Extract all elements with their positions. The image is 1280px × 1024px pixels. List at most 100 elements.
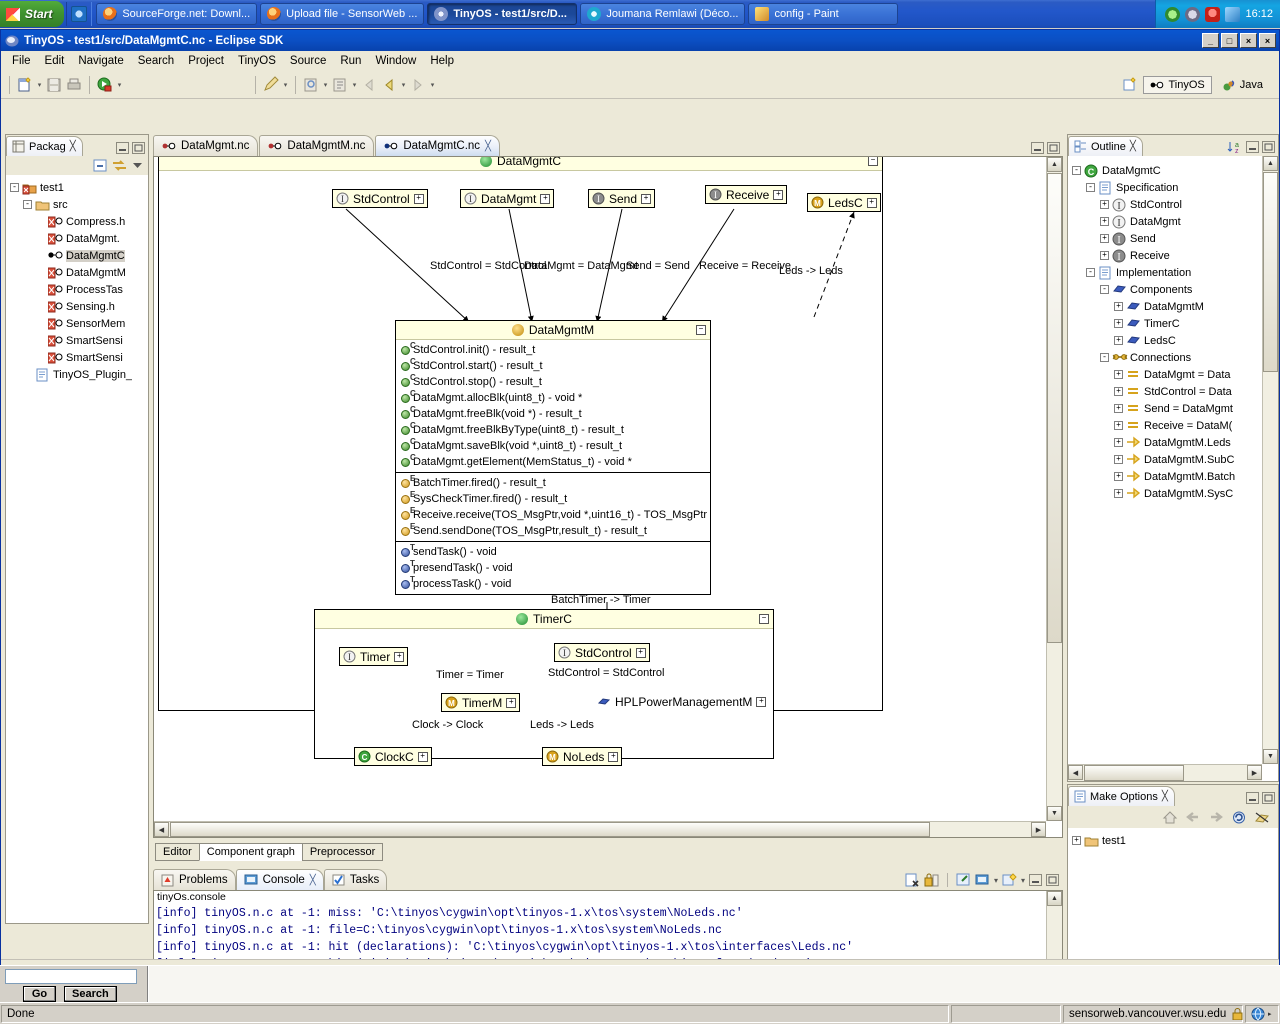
tree-item[interactable]: + TimerC <box>1072 315 1278 332</box>
collapse-icon[interactable]: - <box>1100 285 1109 294</box>
back-icon[interactable] <box>380 76 398 94</box>
menu-help[interactable]: Help <box>423 53 461 69</box>
close-icon[interactable]: ╳ <box>1162 791 1168 802</box>
tree-item[interactable]: - test1 <box>10 179 148 196</box>
forward-dropdown-icon[interactable]: ▾ <box>429 77 436 93</box>
search-dropdown-icon[interactable]: ▾ <box>322 77 329 93</box>
lock-scroll-icon[interactable] <box>924 873 939 887</box>
start-button[interactable]: Start <box>0 1 65 27</box>
tree-item[interactable]: - Connections <box>1072 349 1278 366</box>
maximize-icon[interactable] <box>1262 792 1275 804</box>
close-icon[interactable]: ╳ <box>310 875 316 886</box>
module-task-row[interactable]: TpresendTask() - void <box>396 559 710 576</box>
security-zone[interactable]: sensorweb.vancouver.wsu.edu <box>1063 1004 1243 1023</box>
scroll-left-button[interactable]: ◀ <box>154 822 169 837</box>
open-perspective-icon[interactable] <box>1121 76 1139 94</box>
tab-make-options[interactable]: Make Options ╳ <box>1068 786 1175 806</box>
module-event-row[interactable]: E BatchTimer.fired() - result_t <box>396 474 710 491</box>
tree-item[interactable]: - Components <box>1072 281 1278 298</box>
pencil-icon[interactable] <box>262 75 280 94</box>
graph-node-timer[interactable]: I Timer + <box>339 647 409 666</box>
collapse-icon[interactable]: - <box>23 200 32 209</box>
next-annotation-icon[interactable] <box>331 76 349 94</box>
phone-icon[interactable] <box>1165 6 1181 22</box>
sort-az-icon[interactable]: az <box>1227 140 1243 154</box>
collapse-icon[interactable]: - <box>1086 268 1095 277</box>
console-dropdown-icon[interactable]: ▾ <box>1021 876 1025 885</box>
back-arrow-icon[interactable] <box>1185 810 1201 824</box>
tree-item[interactable]: + Receive = DataM( <box>1072 417 1278 434</box>
tree-item[interactable]: - Implementation <box>1072 264 1278 281</box>
minimize-icon[interactable] <box>116 142 129 154</box>
graph-node-receive[interactable]: I Receive + <box>705 185 788 204</box>
editor-tab-datamgmtm[interactable]: DataMgmtM.nc <box>259 135 375 156</box>
tab-editor[interactable]: Editor <box>155 842 200 861</box>
expand-icon[interactable]: + <box>773 189 784 200</box>
scroll-up-button[interactable]: ▲ <box>1263 156 1278 171</box>
tree-item[interactable]: - Specification <box>1072 179 1278 196</box>
scroll-thumb[interactable] <box>1047 173 1062 643</box>
expand-icon[interactable]: + <box>1114 370 1123 379</box>
graph-node-hplpowermanagementm[interactable]: HPLPowerManagementM + <box>594 692 769 711</box>
new-icon[interactable] <box>16 76 34 94</box>
outline-vertical-scrollbar[interactable]: ▲ ▼ <box>1262 156 1278 764</box>
menu-file[interactable]: File <box>5 53 38 69</box>
scroll-right-button[interactable]: ▶ <box>1247 765 1262 780</box>
shield-icon[interactable] <box>1205 6 1221 22</box>
expand-icon[interactable]: + <box>1100 234 1109 243</box>
forward-arrow-icon[interactable] <box>1208 810 1224 824</box>
graph-node-timerm[interactable]: M TimerM + <box>441 693 521 712</box>
graph-node-clockc[interactable]: C ClockC + <box>354 747 432 766</box>
tab-console[interactable]: Console ╳ <box>235 869 324 890</box>
expand-icon[interactable]: + <box>1100 200 1109 209</box>
quick-launch[interactable] <box>66 2 93 26</box>
pencil-dropdown-icon[interactable]: ▾ <box>282 77 289 93</box>
expand-icon[interactable]: + <box>641 193 652 204</box>
tree-item[interactable]: - C DataMgmtC <box>1072 162 1278 179</box>
display-icon[interactable] <box>1225 6 1241 22</box>
console-menu-icon[interactable]: ▾ <box>994 876 998 885</box>
module-task-row[interactable]: TsendTask() - void <box>396 543 710 560</box>
module-command-row[interactable]: C DataMgmt.freeBlkByType(uint8_t) - resul… <box>396 421 710 438</box>
menu-project[interactable]: Project <box>181 53 231 69</box>
minimize-icon[interactable] <box>1246 792 1259 804</box>
expand-icon[interactable]: + <box>1114 387 1123 396</box>
collapse-icon[interactable]: - <box>1086 183 1095 192</box>
tree-item[interactable]: + DataMgmtM.Batch <box>1072 468 1278 485</box>
maximize-icon[interactable] <box>132 142 145 154</box>
module-command-row[interactable]: C StdControl.start() - result_t <box>396 357 710 374</box>
module-command-row[interactable]: C DataMgmt.saveBlk(void *,uint8_t) - resu… <box>396 437 710 454</box>
tab-problems[interactable]: Problems <box>153 869 236 890</box>
tree-item[interactable]: + DataMgmtM <box>1072 298 1278 315</box>
link-with-editor-icon[interactable] <box>112 159 127 172</box>
module-event-row[interactable]: E Receive.receive(TOS_MsgPtr,void *,uint1… <box>396 506 710 523</box>
menu-edit[interactable]: Edit <box>38 53 72 69</box>
expand-icon[interactable]: + <box>417 751 428 762</box>
tree-item[interactable]: SmartSensi <box>10 332 148 349</box>
inner-close-button[interactable]: × <box>1259 33 1276 48</box>
perspective-tinyos[interactable]: TinyOS <box>1143 75 1212 94</box>
collapse-icon[interactable]: - <box>1100 353 1109 362</box>
collapse-all-icon[interactable] <box>93 159 107 172</box>
tree-item[interactable]: Sensing.h <box>10 298 148 315</box>
back-dropdown-icon[interactable]: ▾ <box>400 77 407 93</box>
maximize-icon[interactable] <box>1046 874 1059 886</box>
canvas-vertical-scrollbar[interactable]: ▲ ▼ <box>1046 157 1062 821</box>
scroll-down-button[interactable]: ▼ <box>1047 806 1062 821</box>
scroll-up-button[interactable]: ▲ <box>1047 891 1062 906</box>
expand-icon[interactable]: + <box>394 651 405 662</box>
clear-console-icon[interactable] <box>905 873 920 887</box>
display-selected-icon[interactable] <box>975 873 990 887</box>
tree-item[interactable]: Compress.h <box>10 213 148 230</box>
collapse-icon[interactable]: - <box>10 183 19 192</box>
tree-item[interactable]: + test1 <box>1072 832 1278 849</box>
module-command-row[interactable]: C StdControl.stop() - result_t <box>396 373 710 390</box>
collapse-icon[interactable]: - <box>1072 166 1081 175</box>
expand-icon[interactable]: + <box>1114 489 1123 498</box>
expand-icon[interactable]: + <box>1114 421 1123 430</box>
globe-cell[interactable]: ▸ <box>1245 1004 1279 1023</box>
home-icon[interactable] <box>1162 810 1178 825</box>
module-task-row[interactable]: TprocessTask() - void <box>396 575 710 592</box>
module-command-row[interactable]: C DataMgmt.allocBlk(uint8_t) - void * <box>396 389 710 406</box>
expand-icon[interactable]: + <box>1114 336 1123 345</box>
